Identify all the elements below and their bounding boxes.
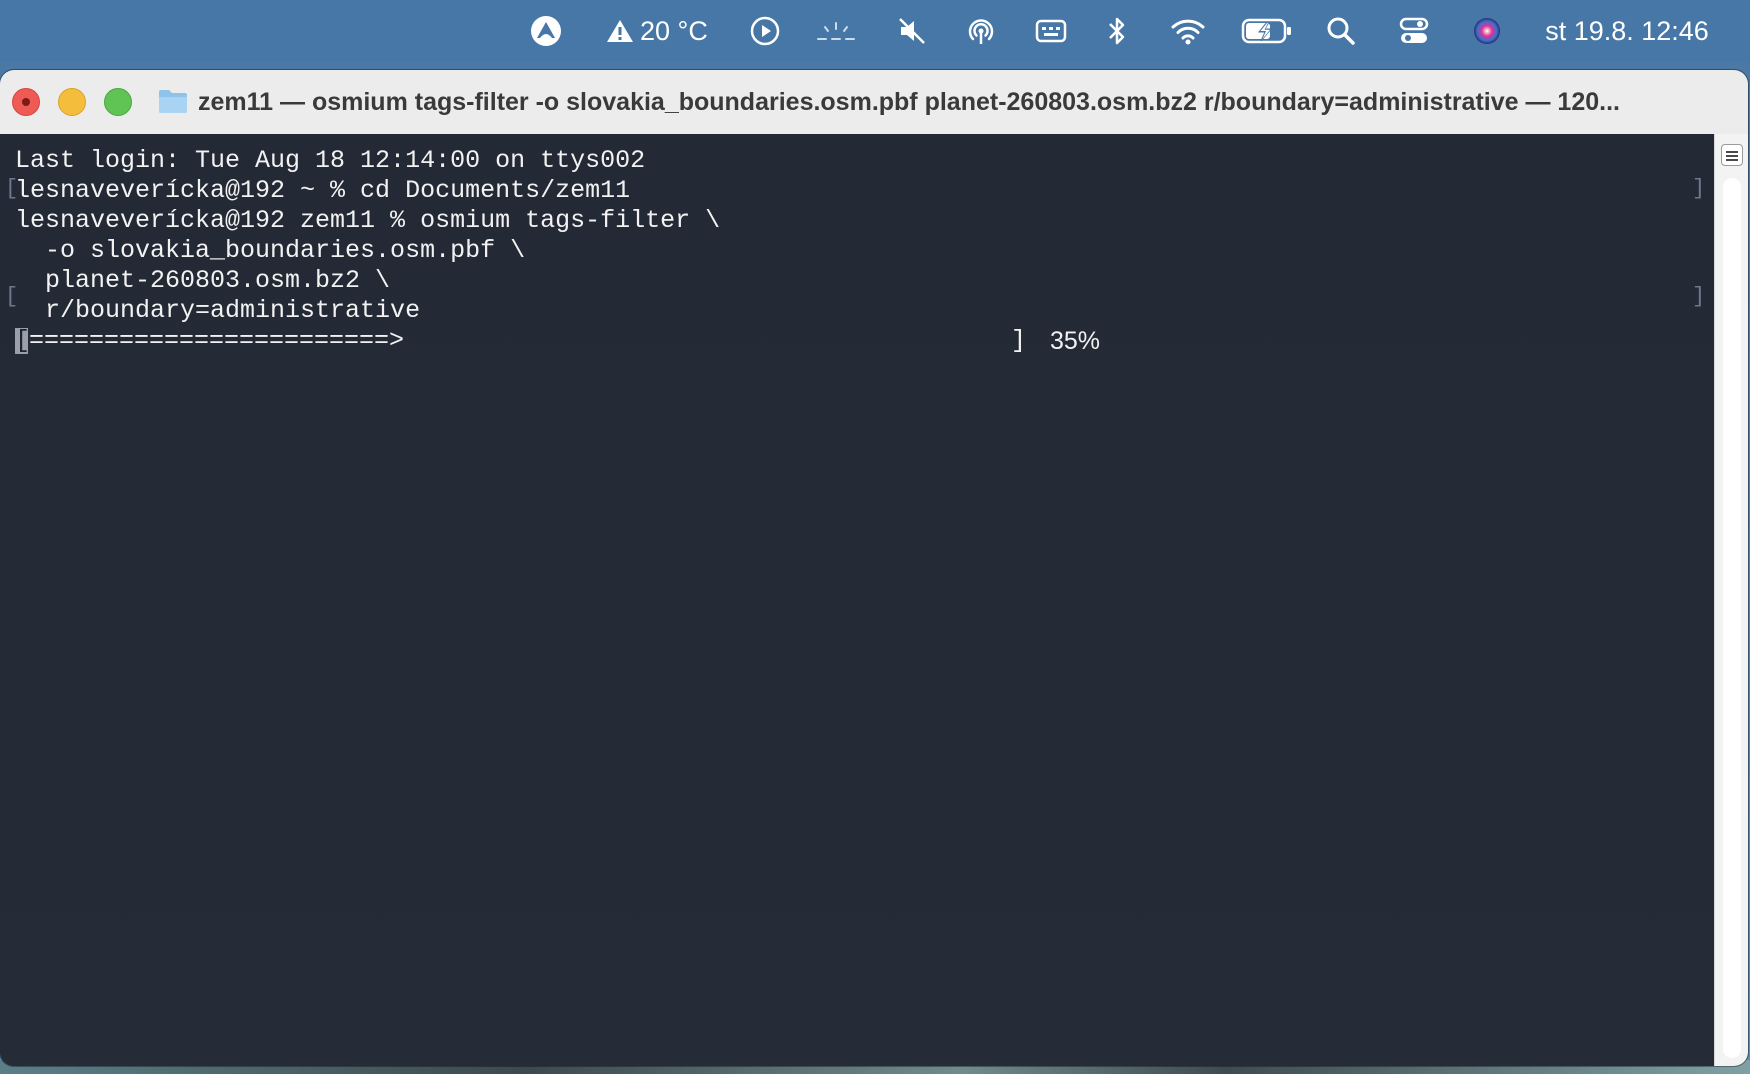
progress-bar: [ ========================> ] 35% — [15, 326, 1695, 356]
play-icon[interactable] — [748, 0, 782, 62]
battery-icon[interactable] — [1240, 0, 1294, 62]
wifi-icon[interactable] — [1168, 0, 1208, 62]
menu-bar: 20 °C st 19.8. 12:46 — [0, 0, 1750, 62]
close-button[interactable] — [12, 88, 40, 116]
airdrop-icon[interactable] — [962, 0, 1000, 62]
siri-icon[interactable] — [1470, 0, 1504, 62]
scroll-options-icon[interactable] — [1721, 144, 1743, 166]
control-center-icon[interactable] — [1398, 0, 1430, 62]
weather-temperature: 20 °C — [640, 15, 708, 46]
menu-clock[interactable]: st 19.8. 12:46 — [1532, 0, 1722, 62]
terminal-window: zem11 — osmium tags-filter -o slovakia_b… — [0, 70, 1748, 1066]
keyboard-icon[interactable] — [1034, 0, 1068, 62]
weather-widget[interactable]: 20 °C — [606, 0, 716, 62]
progress-open-bracket: [ — [15, 326, 31, 355]
close-indicator-icon — [22, 98, 30, 106]
progress-percent: 35% — [1050, 327, 1101, 355]
maximize-button[interactable] — [104, 88, 132, 116]
scroll-track[interactable] — [1723, 178, 1741, 1058]
minimize-button[interactable] — [58, 88, 86, 116]
window-titlebar[interactable]: zem11 — osmium tags-filter -o slovakia_b… — [0, 70, 1748, 135]
terminal-content[interactable]: [ ] [ ] Last login: Tue Aug 18 12:14:00 … — [0, 134, 1714, 1066]
mute-icon[interactable] — [894, 0, 930, 62]
bluetooth-icon[interactable] — [1104, 0, 1130, 62]
terminal-line: Last login: Tue Aug 18 12:14:00 on ttys0… — [15, 146, 646, 175]
progress-fill: ========================> — [29, 326, 405, 355]
terminal-line: r/boundary=administrative — [15, 296, 421, 325]
app-logo-icon[interactable] — [526, 0, 566, 62]
search-icon[interactable] — [1326, 0, 1356, 62]
terminal-line: -o slovakia_boundaries.osm.pbf \ — [15, 236, 526, 265]
terminal-line: lesnaveverícka@192 ~ % cd Documents/zem1… — [15, 176, 631, 205]
folder-icon — [158, 88, 188, 114]
terminal-line: lesnaveverícka@192 zem11 % osmium tags-f… — [15, 206, 721, 235]
vertical-scrollbar[interactable] — [1714, 134, 1748, 1066]
warning-icon — [606, 18, 634, 44]
window-title: zem11 — osmium tags-filter -o slovakia_b… — [198, 88, 1620, 116]
progress-close-bracket: ] — [1011, 326, 1027, 355]
terminal-line: planet-260803.osm.bz2 \ — [15, 266, 391, 295]
brightness-icon[interactable] — [814, 0, 858, 62]
terminal-output: Last login: Tue Aug 18 12:14:00 on ttys0… — [15, 146, 1695, 356]
